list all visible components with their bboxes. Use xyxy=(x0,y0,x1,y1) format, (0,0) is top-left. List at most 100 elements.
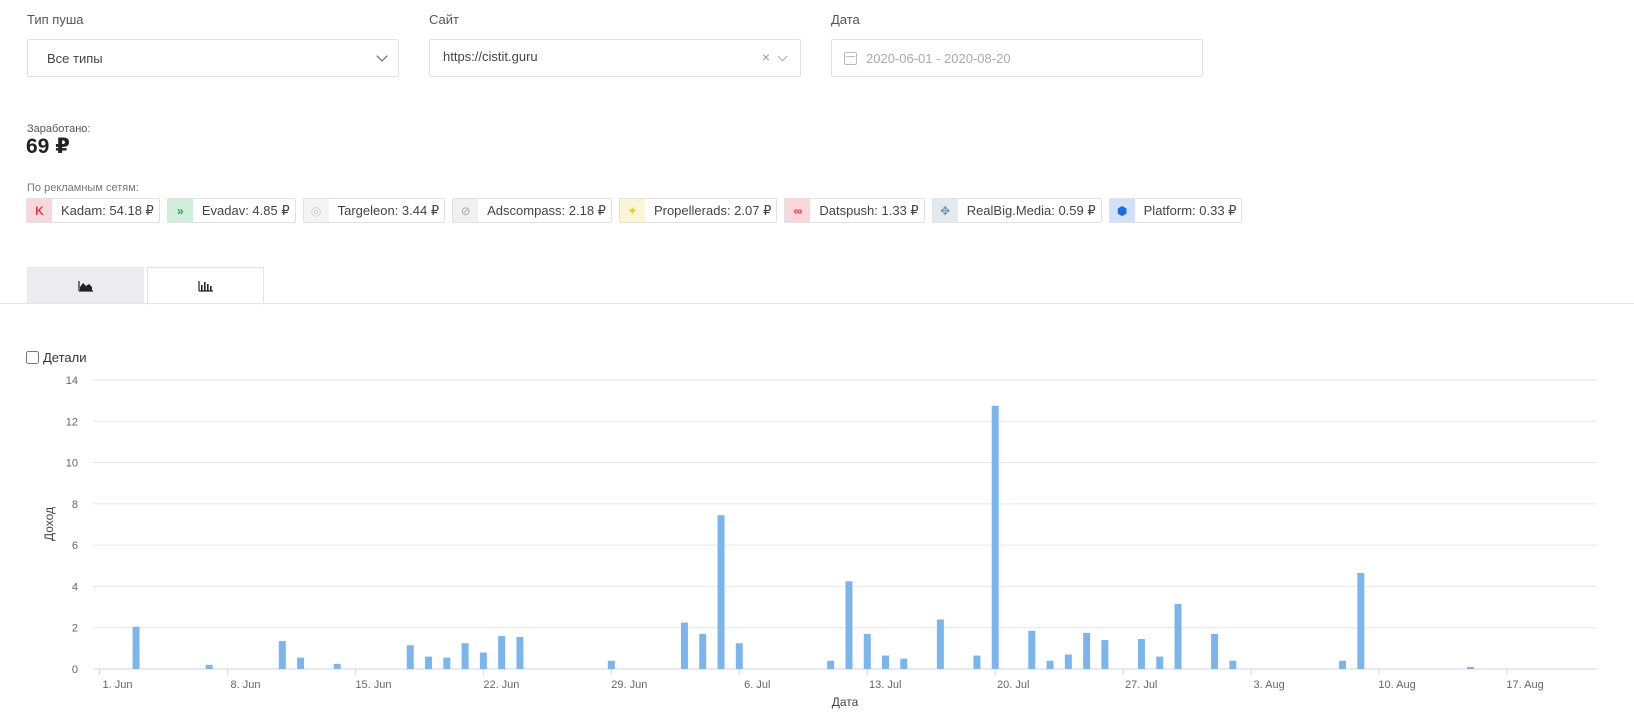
bar xyxy=(1137,639,1145,669)
evadav-logo-icon: » xyxy=(167,199,193,222)
network-label: Targeleon: 3.44 ₽ xyxy=(337,202,440,218)
site-label: Сайт xyxy=(429,12,459,27)
network-label: RealBig.Media: 0.59 ₽ xyxy=(966,202,1096,218)
network-label: Propellerads: 2.07 ₽ xyxy=(653,202,772,218)
bar xyxy=(461,643,469,669)
realbig-logo-icon: ✥ xyxy=(932,199,958,222)
bar xyxy=(1229,660,1237,669)
earned-value: 69 ₽ xyxy=(26,135,70,158)
network-label: Kadam: 54.18 ₽ xyxy=(61,202,154,218)
bar xyxy=(498,635,506,669)
bar xyxy=(516,637,524,669)
bar xyxy=(680,622,688,669)
site-value: https://cistit.guru xyxy=(443,49,538,64)
chevron-down-icon[interactable] xyxy=(777,51,788,62)
tabs-divider xyxy=(0,303,1634,304)
network-badge: ⬢ Platform: 0.33 ₽ xyxy=(1108,198,1243,223)
y-tick-label: 12 xyxy=(66,416,78,428)
bar xyxy=(1211,633,1219,669)
y-axis-label: Доход xyxy=(42,507,56,541)
bar xyxy=(425,656,433,669)
clear-icon[interactable]: × xyxy=(762,49,770,65)
bar xyxy=(735,643,743,669)
bar xyxy=(333,663,341,669)
y-tick-label: 8 xyxy=(72,499,78,511)
tab-bar-chart[interactable] xyxy=(147,267,264,305)
network-badge: ✦ Propellerads: 2.07 ₽ xyxy=(618,198,778,223)
bar xyxy=(479,652,487,669)
x-tick-label: 15. Jun xyxy=(355,679,391,691)
bar xyxy=(845,581,853,669)
bar xyxy=(882,655,890,669)
chart-tabs xyxy=(27,267,264,305)
bar xyxy=(607,660,615,669)
y-tick-label: 6 xyxy=(72,540,78,552)
date-range-input[interactable]: 2020-06-01 - 2020-08-20 xyxy=(831,39,1203,77)
y-tick-label: 14 xyxy=(66,375,78,387)
push-type-label: Тип пуша xyxy=(27,12,84,27)
income-bar-chart: 0 2 4 6 8 10 12 14 1. Jun 8. Jun 15. Jun 22. Jun 29.… xyxy=(42,375,1597,709)
y-tick-label: 10 xyxy=(66,458,78,470)
bar xyxy=(132,626,140,669)
x-tick-label: 22. Jun xyxy=(483,679,519,691)
bar xyxy=(205,664,213,669)
network-label: Platform: 0.33 ₽ xyxy=(1143,202,1237,218)
network-badge: ◎ Targeleon: 3.44 ₽ xyxy=(302,198,446,223)
site-select[interactable]: https://cistit.guru × xyxy=(429,39,801,77)
bar xyxy=(827,660,835,669)
bar xyxy=(936,619,944,669)
datspush-logo-icon: ∞ xyxy=(785,199,811,222)
date-range-value: 2020-06-01 - 2020-08-20 xyxy=(866,50,1011,66)
networks-label: По рекламным сетям: xyxy=(27,182,139,194)
bar xyxy=(1083,632,1091,669)
x-tick-label: 27. Jul xyxy=(1125,679,1157,691)
bar xyxy=(406,645,414,669)
bar xyxy=(1064,654,1072,669)
networks-list: K Kadam: 54.18 ₽ » Evadav: 4.85 ₽ ◎ Targeleon… xyxy=(26,198,1243,223)
area-chart-icon xyxy=(77,280,93,292)
x-tick-label: 1. Jun xyxy=(103,679,133,691)
bar xyxy=(973,655,981,669)
bar xyxy=(1028,630,1036,669)
bar xyxy=(1357,573,1365,669)
site-filter: Сайт https://cistit.guru × xyxy=(429,12,801,77)
bar xyxy=(1101,640,1109,669)
calendar-icon xyxy=(844,51,857,65)
bar xyxy=(1339,660,1347,669)
date-label: Дата xyxy=(831,12,860,27)
push-type-filter: Тип пуша Все типы xyxy=(27,12,399,77)
y-tick-label: 2 xyxy=(72,623,78,635)
network-badge: ⊘ Adscompass: 2.18 ₽ xyxy=(452,198,612,223)
bar xyxy=(900,658,908,669)
bar xyxy=(1467,666,1474,669)
push-type-select[interactable]: Все типы xyxy=(27,39,399,77)
network-badge: » Evadav: 4.85 ₽ xyxy=(166,198,296,223)
network-label: Evadav: 4.85 ₽ xyxy=(201,202,290,218)
x-tick-label: 6. Jul xyxy=(744,679,770,691)
bar xyxy=(443,657,451,669)
x-axis-label: Дата xyxy=(832,695,859,709)
x-tick-label: 29. Jun xyxy=(611,679,647,691)
platform-logo-icon: ⬢ xyxy=(1109,199,1135,222)
x-tick-label: 8. Jun xyxy=(230,679,260,691)
network-label: Adscompass: 2.18 ₽ xyxy=(487,202,606,218)
bar-chart-icon xyxy=(197,281,213,292)
bar xyxy=(1156,656,1164,669)
network-badge: ✥ RealBig.Media: 0.59 ₽ xyxy=(931,198,1102,223)
x-tick-label: 3. Aug xyxy=(1254,679,1285,691)
bar xyxy=(863,633,871,669)
x-tick-label: 17. Aug xyxy=(1506,679,1543,691)
bar xyxy=(699,633,707,669)
bar xyxy=(1046,660,1054,669)
date-filter: Дата 2020-06-01 - 2020-08-20 xyxy=(831,12,1203,77)
bar xyxy=(297,657,305,669)
tab-area-chart[interactable] xyxy=(27,267,144,304)
bar xyxy=(278,641,286,669)
y-tick-label: 0 xyxy=(72,664,78,676)
kadam-logo-icon: K xyxy=(27,199,52,222)
network-label: Datspush: 1.33 ₽ xyxy=(819,202,919,218)
y-tick-label: 4 xyxy=(72,581,78,593)
network-badge: K Kadam: 54.18 ₽ xyxy=(26,198,160,223)
chevron-down-icon xyxy=(376,50,388,62)
push-type-value: Все типы xyxy=(47,50,103,66)
